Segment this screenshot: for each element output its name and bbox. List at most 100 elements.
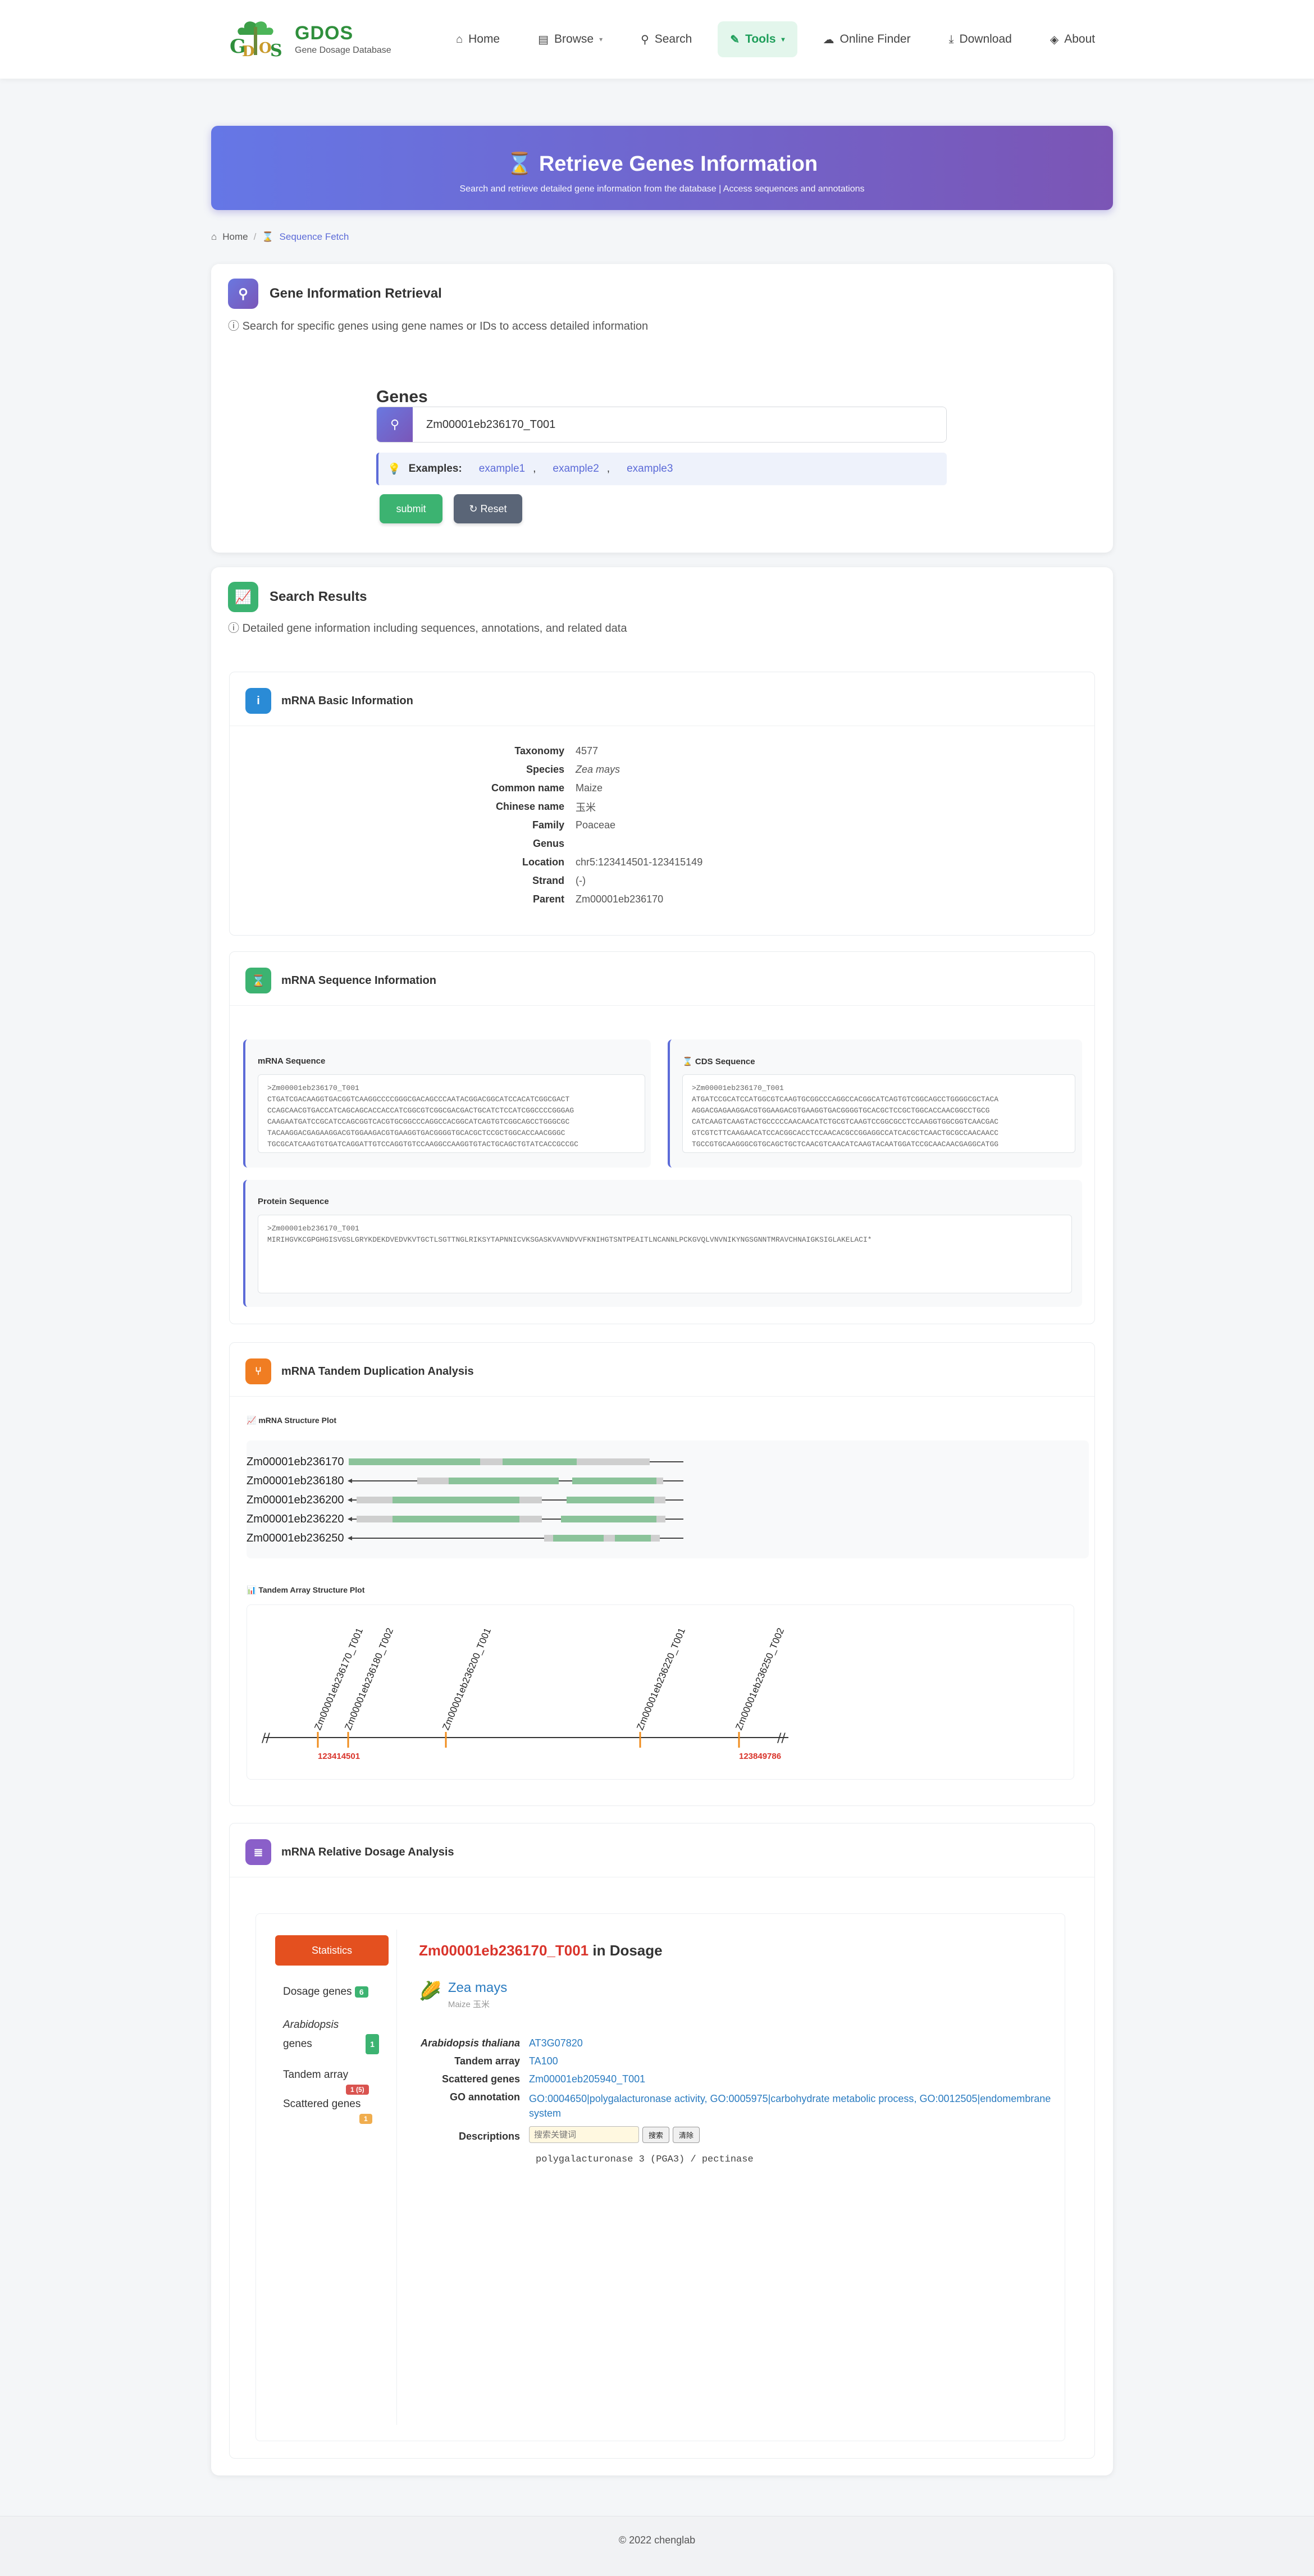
basic-info-title: mRNA Basic Information [281, 694, 413, 707]
hourglass-icon: ⌛ [506, 152, 533, 176]
row-strand: Strand (-) [532, 875, 586, 886]
hourglass-icon: ⌛ [682, 1057, 693, 1066]
divider [396, 1930, 397, 2425]
species-common: Maize 玉米 [448, 2000, 490, 2009]
protein-sequence-title: Protein Sequence [258, 1197, 329, 1206]
page-title: Retrieve Genes Information [539, 152, 818, 176]
structure-row-2: Zm00001eb236180 [247, 1475, 683, 1487]
cds-sequence-card: ⌛ CDS Sequence >Zm00001eb236170_T001 ATG… [668, 1039, 1082, 1168]
search-icon[interactable]: ⚲ [377, 407, 413, 442]
page-subtitle: Search and retrieve detailed gene inform… [459, 184, 865, 194]
array-end-label: 123849786 [739, 1752, 781, 1761]
svg-text:S: S [270, 41, 282, 58]
dosage-genes-badge: 6 [354, 1986, 368, 1998]
row-location: Location chr5:123414501-123415149 [522, 856, 703, 868]
structure-row-4: Zm00001eb236220 [247, 1513, 683, 1525]
gene-label: Zm00001eb236250 [247, 1532, 344, 1544]
statistics-button[interactable]: Statistics [275, 1935, 389, 1966]
basic-info-table: Taxonomy 4577 Species Zea mays Common name… [230, 742, 713, 909]
retrieval-desc: ⓘ Search for specific genes using gene n… [228, 320, 649, 332]
genes-label: Genes [376, 387, 428, 406]
gene-input[interactable] [413, 407, 946, 442]
sitemap-icon: ⑂ [245, 1358, 271, 1384]
example-link-1[interactable]: example1 [479, 463, 525, 475]
structure-row-1: Zm00001eb236170 [247, 1456, 683, 1468]
cds-sequence-textarea[interactable]: >Zm00001eb236170_T001 ATGATCCGCATCCATGGC… [682, 1074, 1075, 1153]
hero-banner: ⌛ Retrieve Genes Information Search and … [211, 126, 1113, 210]
search-icon: ⚲ [228, 279, 258, 309]
go-term-2[interactable]: GO:0005975|carbohydrate metabolic proces… [710, 2093, 914, 2104]
chart-icon: 📈 [228, 582, 258, 612]
nav-search[interactable]: ⚲ Search [628, 21, 704, 57]
nav-about[interactable]: ◈ About [1038, 21, 1107, 57]
species-link[interactable]: Zea mays [448, 1980, 507, 1996]
submit-button[interactable]: submit [380, 494, 442, 523]
description-search-input[interactable] [529, 2126, 639, 2143]
stat-tandem-array[interactable]: Tandem array [283, 2069, 348, 2081]
row-parent: Parent Zm00001eb236170 [532, 893, 664, 905]
mrna-sequence-textarea[interactable]: >Zm00001eb236170_T001 CTGATCGACAAGGTGACG… [258, 1074, 645, 1153]
array-marker-4: Zm00001eb236220_T001 [635, 1626, 687, 1748]
array-start-label: 123414501 [318, 1752, 360, 1761]
nav-tools[interactable]: ✎ Tools ▾ [718, 21, 797, 57]
hourglass-icon: ⌛ [262, 231, 274, 242]
breadcrumb-current: Sequence Fetch [279, 231, 349, 242]
scattered-gene-link[interactable]: Zm00001eb205940_T001 [529, 2073, 645, 2085]
sequence-info-title: mRNA Sequence Information [281, 974, 436, 987]
gene-label: Zm00001eb236200 [247, 1494, 344, 1506]
stat-arabidopsis-genes[interactable]: Arabidopsis genes 1 [283, 2016, 379, 2054]
example-link-2[interactable]: example2 [553, 463, 599, 475]
home-icon: ⌂ [211, 231, 217, 242]
description-textarea[interactable]: polygalacturonase 3 (PGA3) / pectinase [529, 2150, 1040, 2391]
svg-text://: // [262, 1731, 270, 1745]
cloud-icon: ☁ [823, 33, 834, 46]
refresh-icon: ↻ [469, 503, 478, 514]
chevron-down-icon: ▾ [781, 35, 785, 43]
search-icon: ⚲ [641, 33, 649, 46]
mrna-sequence-title: mRNA Sequence [258, 1056, 326, 1066]
corn-icon: 🌽 [419, 1981, 441, 2001]
navbar: G D O S GDOS Gene Dosage Database ⌂ Home … [0, 0, 1314, 79]
cube-icon: ◈ [1050, 33, 1059, 46]
array-marker-3: Zm00001eb236200_T001 [440, 1626, 493, 1748]
cds-sequence-title: ⌛ CDS Sequence [682, 1057, 755, 1066]
footer: © 2022 chenglab [0, 2516, 1314, 2576]
tandem-array-link[interactable]: TA100 [529, 2055, 558, 2067]
stat-dosage-genes[interactable]: Dosage genes 6 [283, 1986, 368, 1998]
info-icon: ⓘ [228, 622, 239, 635]
gene-label: Zm00001eb236180 [247, 1475, 344, 1487]
sequence-info-card: ⌛ mRNA Sequence Information mRNA Sequenc… [229, 951, 1095, 1324]
arabidopsis-link[interactable]: AT3G07820 [529, 2037, 583, 2049]
protein-sequence-textarea[interactable]: >Zm00001eb236170_T001 MIRIHGVKCGPGHGISVG… [258, 1215, 1072, 1293]
descriptions-label: Descriptions [458, 2131, 520, 2142]
structure-plot-title: 📈 mRNA Structure Plot [247, 1416, 337, 1425]
brand-title: GDOS [295, 22, 354, 44]
nav-online-finder[interactable]: ☁ Online Finder [811, 21, 923, 57]
stat-scattered-genes[interactable]: Scattered genes [283, 2098, 361, 2110]
bar-chart-icon: 📊 [247, 1585, 257, 1594]
dosage-title: mRNA Relative Dosage Analysis [281, 1845, 454, 1858]
species-block: 🌽 Zea mays Maize 玉米 [419, 1980, 507, 2010]
examples-bar: 💡 Examples: example1, example2, example3 [376, 453, 947, 485]
breadcrumb-separator: / [253, 231, 257, 242]
example-link-3[interactable]: example3 [627, 463, 673, 475]
breadcrumb-home[interactable]: Home [222, 231, 248, 243]
results-panel: 📈 Search Results ⓘ Detailed gene informa… [211, 567, 1113, 2475]
nav-home[interactable]: ⌂ Home [444, 21, 512, 57]
svg-text:Zm00001eb236220_T001: Zm00001eb236220_T001 [635, 1626, 687, 1732]
go-term-1[interactable]: GO:0004650|polygalacturonase activity [529, 2093, 705, 2104]
comma: , [533, 463, 536, 475]
brand-logo[interactable]: G D O S GDOS Gene Dosage Database [227, 19, 391, 61]
reset-button[interactable]: ↻ Reset [454, 494, 522, 523]
array-marker-1: Zm00001eb236170_T001 [312, 1626, 365, 1748]
array-marker-5: Zm00001eb236250_T002 [733, 1626, 786, 1748]
info-icon: i [245, 688, 271, 714]
line-chart-icon: 📈 [247, 1416, 257, 1425]
results-desc: ⓘ Detailed gene information including se… [228, 622, 627, 635]
nav-browse[interactable]: ▤ Browse ▾ [526, 21, 615, 57]
description-clear-button[interactable]: 清除 [673, 2126, 700, 2143]
description-search-button[interactable]: 搜索 [642, 2126, 670, 2143]
nav-download[interactable]: ⤓ Download [937, 21, 1024, 57]
row-genus: Genus [532, 838, 564, 849]
gene-search-box: ⚲ [376, 407, 947, 443]
